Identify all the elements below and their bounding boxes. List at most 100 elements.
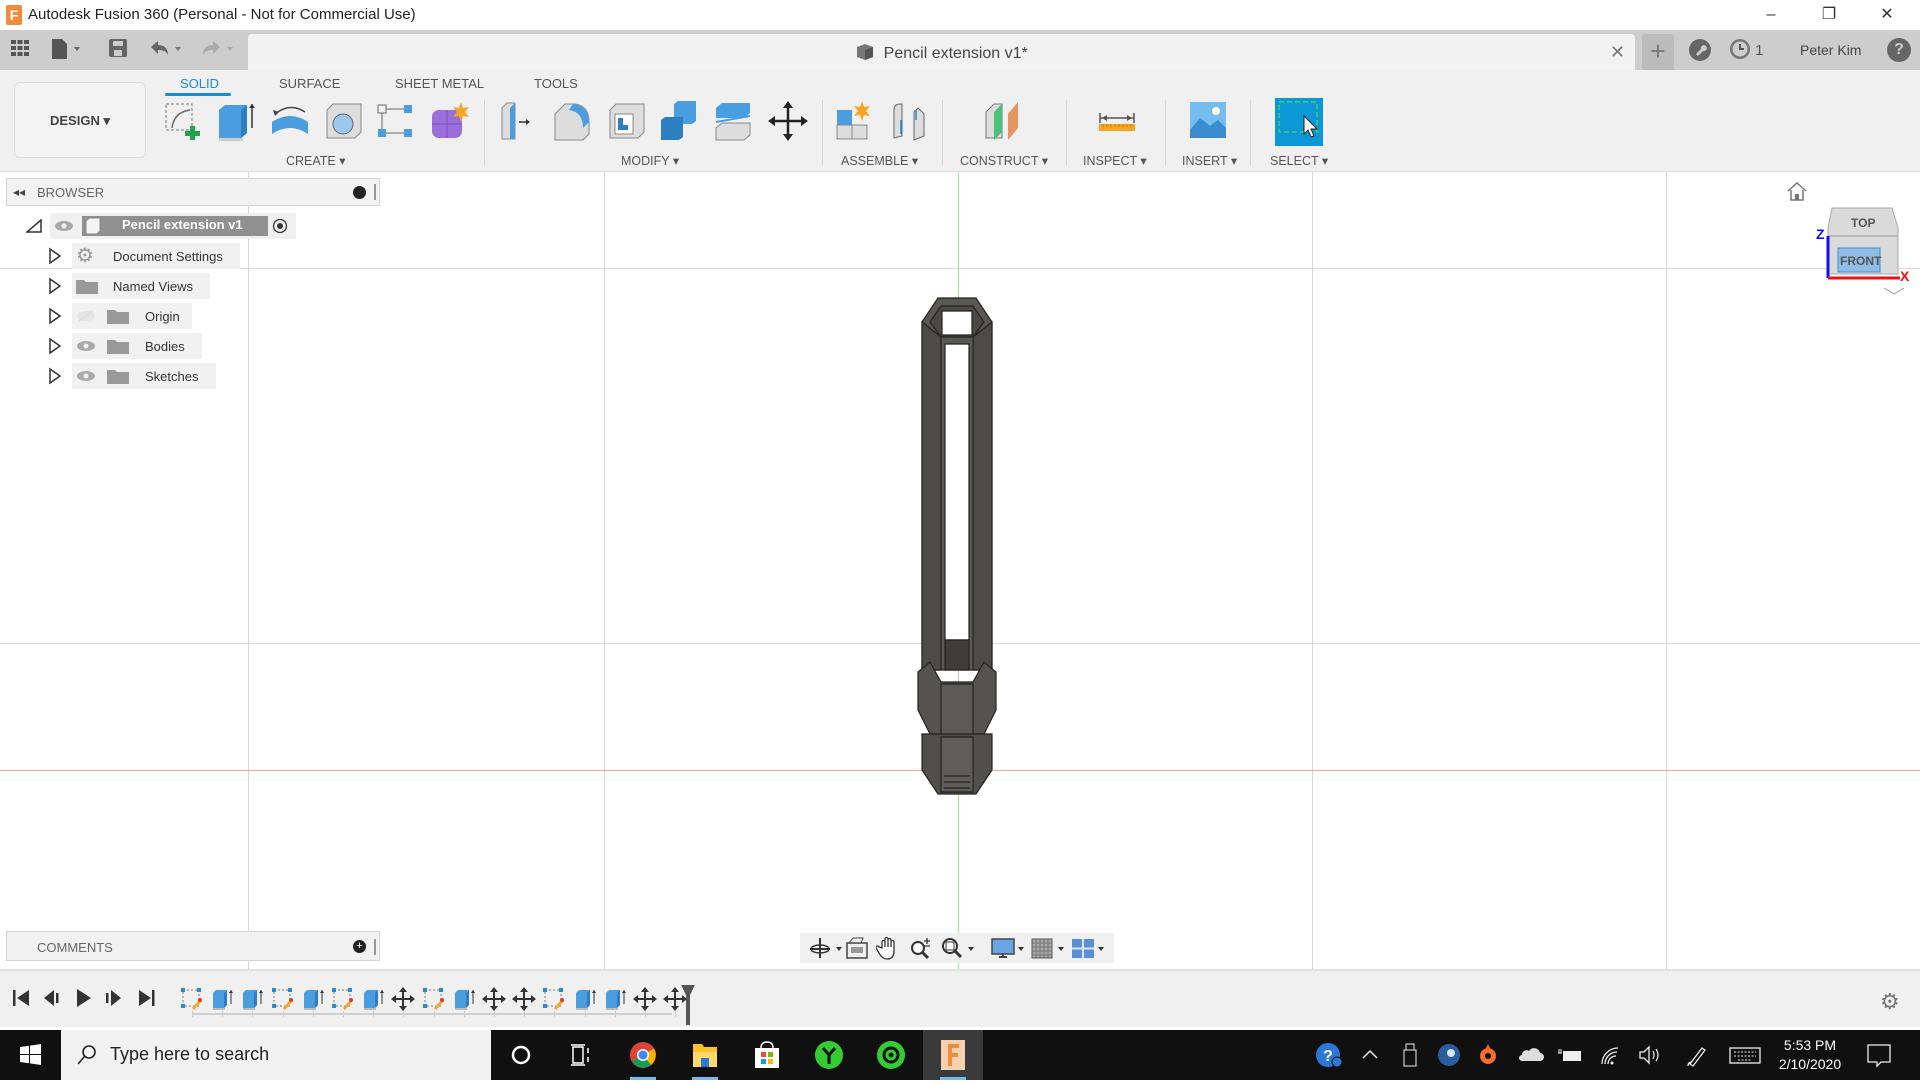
usb-icon[interactable] [1398, 1042, 1422, 1068]
timeline-feature-move[interactable] [482, 987, 506, 1011]
display-settings-icon[interactable] [990, 936, 1028, 960]
play-icon[interactable] [72, 987, 94, 1009]
timeline-feature-sketch[interactable] [542, 987, 566, 1011]
insert-image-button[interactable] [1188, 100, 1230, 142]
timeline-feature-extrude[interactable] [452, 987, 476, 1011]
revolve-button[interactable] [269, 100, 311, 142]
timeline-marker[interactable] [680, 983, 696, 1025]
timeline-feature-extrude[interactable] [240, 987, 264, 1011]
timeline-feature-sketch[interactable] [422, 987, 446, 1011]
viewports-icon[interactable] [1070, 936, 1108, 960]
joint-button[interactable] [888, 100, 930, 142]
volume-icon[interactable] [1636, 1042, 1664, 1068]
pen-workspace-icon[interactable] [1682, 1042, 1710, 1068]
expand-triangle-icon[interactable] [48, 247, 62, 265]
expand-triangle-icon[interactable] [48, 367, 62, 385]
viewcube-front-face[interactable]: FRONT [1840, 254, 1881, 268]
eye-hidden-icon[interactable] [76, 310, 96, 322]
step-forward-icon[interactable] [103, 987, 125, 1009]
browser-resize-handle[interactable] [374, 184, 376, 200]
viewcube-top-face[interactable]: TOP [1851, 216, 1875, 230]
fit-icon[interactable] [940, 936, 978, 960]
timeline-feature-extrude[interactable] [603, 987, 627, 1011]
tab-tools[interactable]: TOOLS [534, 76, 578, 91]
taskbar-search-box[interactable]: Type here to search [61, 1030, 491, 1080]
comments-resize-handle[interactable] [374, 939, 376, 955]
insert-group-label[interactable]: INSERT ▾ [1182, 153, 1237, 168]
help-icon[interactable]: ? [1887, 38, 1911, 62]
hole-button[interactable] [323, 100, 365, 142]
show-hidden-icons-chevron[interactable] [1358, 1042, 1382, 1068]
touch-keyboard-icon[interactable] [1728, 1042, 1762, 1068]
cortana-icon[interactable] [491, 1030, 551, 1080]
timeline-feature-move[interactable] [512, 987, 537, 1011]
action-center-icon[interactable] [1864, 1042, 1894, 1068]
timeline-feature-extrude[interactable] [301, 987, 325, 1011]
shell-button[interactable] [606, 100, 648, 142]
canvas-viewport[interactable] [0, 172, 1920, 969]
browser-pin-icon[interactable] [353, 186, 366, 199]
move-copy-button[interactable] [767, 100, 809, 142]
undo-icon[interactable] [148, 38, 188, 62]
settings-gear-icon[interactable]: ⚙ [1880, 991, 1902, 1013]
orbit-icon[interactable] [808, 936, 846, 960]
expand-triangle-icon[interactable] [48, 277, 62, 295]
browser-item-sketches[interactable]: Sketches [48, 363, 216, 389]
file-explorer-icon[interactable] [675, 1030, 735, 1080]
comments-panel[interactable]: COMMENTS + [6, 931, 380, 961]
tab-sheet-metal[interactable]: SHEET METAL [395, 76, 484, 91]
extensions-wrench-icon[interactable] [1688, 38, 1712, 62]
timeline-feature-sketch[interactable] [331, 987, 355, 1011]
expand-triangle-icon[interactable] [48, 307, 62, 325]
create-group-label[interactable]: CREATE ▾ [286, 153, 346, 168]
select-group-label[interactable]: SELECT ▾ [1270, 153, 1328, 168]
measure-button[interactable] [1096, 100, 1138, 142]
go-to-start-icon[interactable] [10, 987, 32, 1009]
offset-plane-button[interactable] [982, 100, 1024, 142]
browser-item-origin[interactable]: Origin [48, 303, 192, 329]
timeline-feature-extrude[interactable] [210, 987, 234, 1011]
create-sketch-button[interactable] [162, 100, 204, 142]
workspace-switcher[interactable]: DESIGN ▾ [14, 82, 146, 158]
close-button[interactable]: ✕ [1858, 0, 1916, 30]
wifi-icon[interactable] [1596, 1042, 1624, 1068]
eye-icon[interactable] [76, 340, 96, 352]
pan-icon[interactable] [875, 936, 902, 960]
step-back-icon[interactable] [40, 987, 62, 1009]
tab-solid[interactable]: SOLID [180, 76, 219, 91]
new-tab-button[interactable]: + [1642, 34, 1674, 70]
task-view-icon[interactable] [551, 1030, 611, 1080]
grid-apps-icon[interactable] [10, 38, 30, 62]
model-pencil-extension[interactable] [912, 292, 1006, 798]
eye-icon[interactable] [54, 220, 74, 232]
file-menu-button[interactable] [50, 38, 84, 62]
combine-button[interactable] [658, 100, 700, 142]
inspect-group-label[interactable]: INSPECT ▾ [1083, 153, 1147, 168]
help-tray-icon[interactable]: ? [1314, 1042, 1344, 1068]
save-icon[interactable] [108, 38, 128, 62]
browser-root-node[interactable]: Pencil extension v1 [26, 213, 296, 239]
redo-icon[interactable] [200, 38, 240, 62]
microsoft-store-icon[interactable] [737, 1030, 797, 1080]
user-name[interactable]: Peter Kim [1800, 42, 1861, 58]
assemble-group-label[interactable]: ASSEMBLE ▾ [841, 153, 918, 168]
fillet-button[interactable] [551, 100, 593, 142]
offset-face-button[interactable] [713, 100, 755, 142]
modify-group-label[interactable]: MODIFY ▾ [621, 153, 679, 168]
look-at-icon[interactable] [844, 936, 870, 960]
timeline-feature-extrude[interactable] [361, 987, 385, 1011]
timeline-feature-move[interactable] [633, 987, 657, 1011]
press-pull-button[interactable] [498, 100, 540, 142]
browser-panel-header[interactable]: ◂◂ BROWSER [6, 178, 380, 206]
origin-icon[interactable] [1476, 1042, 1500, 1068]
job-status-button[interactable]: 1 [1729, 38, 1764, 62]
start-button[interactable] [0, 1030, 60, 1080]
steam-icon[interactable] [1436, 1042, 1462, 1068]
browser-item-bodies[interactable]: Bodies [48, 333, 202, 359]
timeline-feature-sketch[interactable] [180, 987, 204, 1011]
document-tab[interactable]: Pencil extension v1* ✕ [248, 34, 1635, 70]
green-app-1-icon[interactable] [799, 1030, 859, 1080]
construct-group-label[interactable]: CONSTRUCT ▾ [960, 153, 1048, 168]
battery-icon[interactable] [1556, 1042, 1586, 1068]
pattern-button[interactable] [375, 100, 417, 142]
